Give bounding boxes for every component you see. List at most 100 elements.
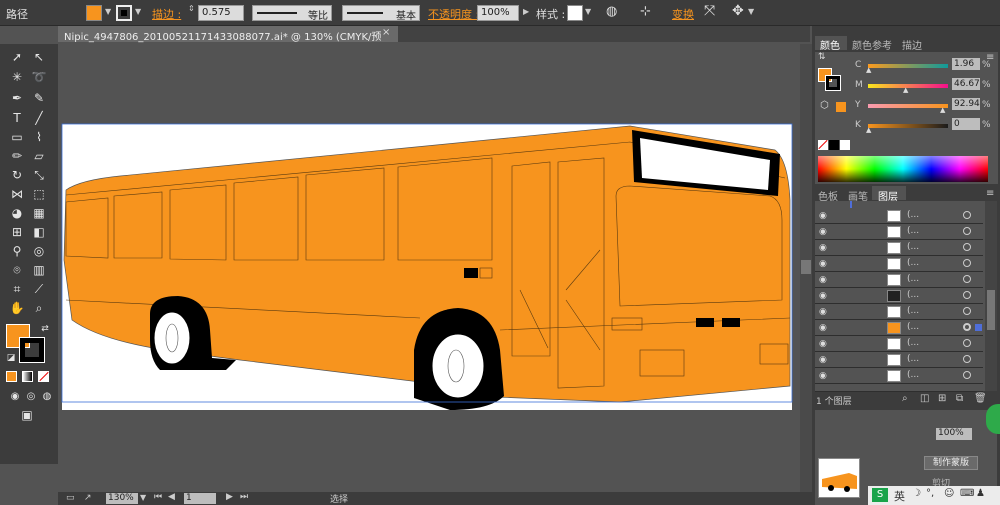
window-icon[interactable]: ▭ [66, 493, 75, 503]
first-page-icon[interactable]: ⏮ [154, 492, 162, 502]
eyedropper-icon[interactable]: ⚲ [8, 242, 26, 260]
color-stroke-box[interactable] [825, 75, 841, 91]
blend-tool-icon[interactable]: ◎ [30, 242, 48, 260]
eye-icon[interactable]: ◉ [819, 259, 827, 269]
layer-row[interactable]: ◉ (... [815, 272, 983, 288]
gradient-tool-icon[interactable]: ◧ [30, 223, 48, 241]
stroke-color-box[interactable] [19, 337, 45, 363]
slider-thumb-icon[interactable]: ▲ [866, 126, 871, 134]
transform-label[interactable]: 变换 [672, 6, 694, 22]
gradient-mode-icon[interactable] [22, 371, 33, 382]
free-transform-icon[interactable]: ⬚ [30, 185, 48, 203]
symbol-sprayer-icon[interactable]: ⌾ [8, 261, 26, 279]
none-mode-icon[interactable] [38, 371, 49, 382]
panel-menu-icon[interactable]: ≡ [986, 188, 994, 199]
stroke-weight-input[interactable]: 0.575 [198, 5, 244, 21]
screen-mode-icon[interactable]: ▣ [18, 406, 36, 424]
pen-tool-icon[interactable]: ✒ [8, 89, 26, 107]
variable-width-profile[interactable]: 等比 [252, 5, 332, 22]
bus-artwork[interactable] [58, 44, 800, 492]
isolate-icon[interactable]: ⤧ [704, 3, 715, 19]
target-icon[interactable] [963, 355, 971, 363]
layer-row[interactable]: ◉ (... [815, 256, 983, 272]
eye-icon[interactable]: ◉ [819, 275, 827, 285]
swap-icon[interactable]: ⇄ [36, 320, 54, 338]
chevron-down-icon[interactable]: ▼ [135, 7, 141, 16]
layer-row[interactable]: ◉ (... [815, 288, 983, 304]
cyan-slider[interactable] [868, 64, 948, 68]
eye-icon[interactable]: ◉ [819, 355, 827, 365]
chevron-down-icon[interactable]: ▼ [748, 7, 754, 16]
user-icon[interactable]: ♟ [976, 488, 985, 499]
slice-tool-icon[interactable]: ⟋ [30, 280, 48, 298]
eye-icon[interactable]: ◉ [819, 291, 827, 301]
target-icon[interactable] [963, 259, 971, 267]
hand-tool-icon[interactable]: ✋ [8, 299, 26, 317]
moon-icon[interactable]: ☽ [912, 488, 921, 499]
style-swatch[interactable] [567, 5, 583, 21]
eye-icon[interactable]: ◉ [819, 339, 827, 349]
zoom-input[interactable]: 130% [106, 493, 138, 504]
stroke-swatch[interactable] [116, 5, 132, 21]
rectangle-tool-icon[interactable]: ▭ [8, 128, 26, 146]
close-icon[interactable]: × [382, 27, 390, 38]
default-colors-icon[interactable]: ◪ [2, 349, 20, 367]
yellow-slider[interactable] [868, 104, 948, 108]
curvature-tool-icon[interactable]: ✎ [30, 89, 48, 107]
opacity-input[interactable]: 100% [477, 5, 519, 21]
draw-inside-icon[interactable]: ◍ [38, 388, 56, 406]
target-icon[interactable] [963, 307, 971, 315]
eye-icon[interactable]: ◉ [819, 211, 827, 221]
layer-row[interactable]: ◉ (... [815, 304, 983, 320]
layer-row[interactable]: ◉ (... [815, 352, 983, 368]
opacity-label[interactable]: 不透明度 : [428, 6, 479, 22]
pencil-icon[interactable]: ✏ [8, 147, 26, 165]
eye-icon[interactable]: ◉ [819, 371, 827, 381]
none-swatch[interactable] [818, 139, 828, 150]
locate-object-icon[interactable]: ⌕ [902, 393, 908, 404]
type-tool-icon[interactable]: T [8, 109, 26, 127]
sogou-icon[interactable]: S [872, 488, 888, 502]
width-tool-icon[interactable]: ⋈ [8, 185, 26, 203]
lasso-icon[interactable]: ➰ [30, 68, 48, 86]
selection-tool-icon[interactable]: ➚ [8, 48, 26, 66]
fill-swatch[interactable] [86, 5, 102, 21]
chevron-down-icon[interactable]: ▼ [585, 7, 591, 16]
transparency-opacity-input[interactable]: 100% [936, 428, 972, 440]
black-slider[interactable] [868, 124, 948, 128]
target-icon[interactable] [963, 291, 971, 299]
target-icon[interactable] [963, 371, 971, 379]
layer-row[interactable]: ◉ (... [815, 208, 983, 224]
brush-definition[interactable]: 基本 [342, 5, 420, 22]
tab-color-guide[interactable]: 颜色参考 [852, 37, 892, 52]
artboard-number-input[interactable]: 1 [184, 493, 216, 504]
eye-icon[interactable]: ◉ [819, 323, 827, 333]
new-layer-icon[interactable]: ⧉ [956, 393, 963, 404]
ime-language[interactable]: 英 [894, 488, 905, 504]
yellow-value[interactable]: 92.94 [952, 98, 980, 110]
smile-icon[interactable]: ☺ [944, 488, 954, 499]
direct-selection-tool-icon[interactable]: ↖ [30, 48, 48, 66]
perspective-grid-icon[interactable]: ▦ [30, 204, 48, 222]
prev-page-icon[interactable]: ◀ [168, 492, 175, 502]
selected-art-indicator[interactable] [975, 324, 982, 331]
eye-icon[interactable]: ◉ [819, 227, 827, 237]
trash-icon[interactable]: 🗑 [974, 393, 987, 404]
layer-row-selected[interactable]: ◉ (... [815, 320, 983, 336]
slider-thumb-icon[interactable]: ▲ [903, 86, 908, 94]
target-icon[interactable] [963, 339, 971, 347]
color-mode-icon[interactable] [6, 371, 17, 382]
eraser-icon[interactable]: ▱ [30, 147, 48, 165]
recolor-icon[interactable]: ◍ [606, 4, 617, 19]
chevron-down-icon[interactable]: ▼ [140, 493, 146, 502]
target-icon[interactable] [963, 275, 971, 283]
last-page-icon[interactable]: ⏭ [240, 492, 248, 502]
align-icon[interactable]: ⊹ [640, 4, 651, 19]
target-icon[interactable] [963, 227, 971, 235]
color-spectrum[interactable] [818, 156, 988, 182]
shape-builder-icon[interactable]: ◕ [8, 204, 26, 222]
mesh-tool-icon[interactable]: ⊞ [8, 223, 26, 241]
artboard-tool-icon[interactable]: ⌗ [8, 280, 26, 298]
swap-icon[interactable]: ⇅ [818, 52, 826, 62]
side-widget[interactable] [986, 404, 1000, 434]
